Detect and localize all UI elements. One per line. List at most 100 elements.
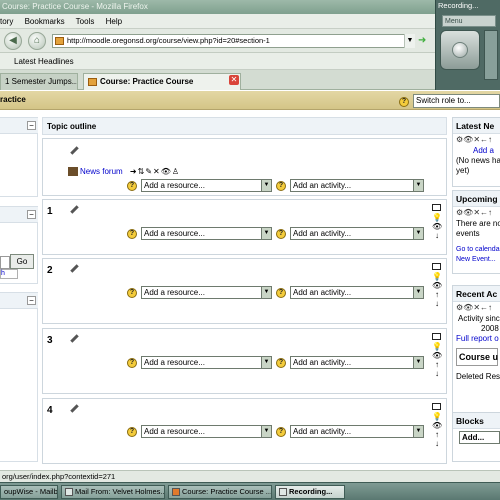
eye-icon[interactable]: 👁 [432, 281, 442, 290]
edit-summary-icon[interactable] [69, 404, 78, 413]
url-dropdown-icon[interactable]: ▼ [404, 34, 415, 48]
menu-history[interactable]: tory [0, 17, 13, 26]
help-icon[interactable]: ? [127, 180, 137, 191]
add-activity-select[interactable]: Add an activity... ▼ [290, 425, 424, 438]
show-only-icon[interactable] [432, 204, 441, 211]
add-activity-select[interactable]: Add an activity... ▼ [290, 179, 424, 192]
help-icon[interactable]: ? [276, 287, 286, 298]
breadcrumb[interactable]: ractice [0, 95, 26, 104]
home-icon[interactable]: ⌂ [28, 32, 46, 50]
add-resource-select[interactable]: Add a resource... ▼ [141, 425, 272, 438]
edit-summary-icon[interactable] [69, 264, 78, 273]
block-edit-icons[interactable]: ⚙👁✕←↑ [453, 207, 500, 219]
recent-activity-title: Recent Ac [453, 286, 500, 302]
edit-summary-icon[interactable] [69, 205, 78, 214]
new-event-link[interactable]: New Event... [453, 255, 500, 265]
add-activity-select[interactable]: Add an activity... ▼ [290, 227, 424, 240]
taskbar-item-label: Recording... [289, 487, 333, 496]
taskbar-item-recording[interactable]: Recording... [275, 485, 345, 499]
full-report-link[interactable]: Full report o [453, 334, 500, 344]
help-icon[interactable]: ? [276, 180, 286, 191]
help-icon[interactable]: ? [127, 228, 137, 239]
block-edit-icons[interactable]: ⚙👁✕←↑ [453, 302, 500, 314]
blocks-block: Blocks Add... [452, 412, 500, 462]
highlight-bulb-icon[interactable]: 💡 [432, 272, 442, 281]
show-only-icon[interactable] [432, 263, 441, 270]
recorder-menu-button[interactable]: Menu [442, 15, 496, 27]
search-go-button[interactable]: Go [10, 254, 34, 269]
collapse-icon[interactable]: − [27, 121, 36, 130]
collapse-icon[interactable]: − [27, 210, 36, 219]
add-activity-value: Add an activity... [293, 358, 352, 367]
help-icon[interactable]: ? [276, 426, 286, 437]
move-down-icon[interactable]: ↓ [432, 439, 442, 448]
tab-practice-course[interactable]: Course: Practice Course [83, 73, 241, 90]
dropdown-arrow-icon: ▼ [413, 180, 423, 191]
add-resource-select[interactable]: Add a resource... ▼ [141, 286, 272, 299]
collapse-icon[interactable]: − [27, 296, 36, 305]
latest-news-block: Latest Ne ⚙👁✕←↑ Add a (No news ha yet) [452, 117, 500, 187]
firefox-icon [172, 488, 180, 497]
add-block-select[interactable]: Add... [459, 431, 500, 444]
taskbar-item-mail[interactable]: Mail From: Velvet Holmes... [61, 485, 165, 499]
tab-bar: 1 Semester Jumps... Course: Practice Cou… [0, 70, 435, 90]
block-edit-icons[interactable]: ⚙👁✕←↑ [453, 134, 500, 146]
url-field[interactable]: http://moodle.oregonsd.org/course/view.p… [52, 34, 414, 48]
move-down-icon[interactable]: ↓ [432, 369, 442, 378]
back-arrow-icon[interactable]: ◀ [4, 32, 22, 50]
add-resource-select[interactable]: Add a resource... ▼ [141, 356, 272, 369]
go-arrow-icon[interactable]: ➜ [418, 35, 430, 47]
activity-edit-icons[interactable]: ➜⇅✎✕👁♙ [130, 167, 180, 176]
menu-bookmarks[interactable]: Bookmarks [25, 17, 65, 26]
add-activity-select[interactable]: Add an activity... ▼ [290, 356, 424, 369]
close-tab-icon[interactable]: ✕ [229, 75, 239, 85]
taskbar-item-firefox[interactable]: Course: Practice Course ... [168, 485, 272, 499]
advanced-search-link[interactable]: h [0, 269, 18, 279]
highlight-bulb-icon[interactable]: 💡 [432, 342, 442, 351]
taskbar-item-groupwise[interactable]: oupWise - Mailbox [0, 485, 58, 499]
help-icon[interactable]: ? [127, 426, 137, 437]
show-only-icon[interactable] [432, 333, 441, 340]
move-down-icon[interactable]: ↓ [432, 299, 442, 308]
news-forum-link[interactable]: News forum [80, 167, 123, 176]
add-resource-select[interactable]: Add a resource... ▼ [141, 179, 272, 192]
mail-icon [65, 488, 73, 497]
add-resource-select[interactable]: Add a resource... ▼ [141, 227, 272, 240]
add-resource-value: Add a resource... [144, 358, 205, 367]
show-only-icon[interactable] [432, 403, 441, 410]
help-icon[interactable]: ? [127, 287, 137, 298]
highlight-bulb-icon[interactable]: 💡 [432, 213, 442, 222]
section-number: 2 [47, 265, 53, 276]
highlight-bulb-icon[interactable]: 💡 [432, 412, 442, 421]
go-to-calendar-link[interactable]: Go to calenda [453, 245, 500, 255]
no-news-text-2: yet) [456, 166, 470, 175]
recorder-side-control[interactable] [484, 30, 498, 80]
eye-icon[interactable]: 👁 [432, 421, 442, 430]
tab-favicon-icon [88, 77, 97, 86]
switch-role-value: Switch role to... [416, 96, 471, 105]
taskbar: oupWise - Mailbox Mail From: Velvet Holm… [0, 482, 500, 500]
edit-summary-icon[interactable] [69, 334, 78, 343]
help-icon[interactable]: ? [127, 357, 137, 368]
move-up-icon[interactable]: ↑ [432, 290, 442, 299]
eye-icon[interactable]: 👁 [432, 222, 442, 231]
help-icon[interactable]: ? [276, 357, 286, 368]
move-up-icon[interactable]: ↑ [432, 360, 442, 369]
menu-tools[interactable]: Tools [76, 17, 95, 26]
record-button[interactable] [440, 30, 480, 70]
move-down-icon[interactable]: ↓ [432, 231, 442, 240]
search-input[interactable] [0, 256, 10, 269]
eye-icon[interactable]: 👁 [432, 351, 442, 360]
edit-summary-icon[interactable] [69, 146, 78, 155]
tab-semester-label: 1 Semester Jumps... [5, 77, 78, 86]
add-news-link[interactable]: Add a [453, 146, 500, 156]
tab-semester[interactable]: 1 Semester Jumps... [0, 73, 78, 90]
latest-headlines-link[interactable]: Latest Headlines [0, 57, 74, 66]
help-icon[interactable]: ? [399, 96, 409, 107]
move-up-icon[interactable]: ↑ [432, 430, 442, 439]
add-activity-select[interactable]: Add an activity... ▼ [290, 286, 424, 299]
help-icon[interactable]: ? [276, 228, 286, 239]
menu-help[interactable]: Help [106, 17, 122, 26]
add-resource-value: Add a resource... [144, 427, 205, 436]
switch-role-select[interactable]: Switch role to... [413, 94, 500, 108]
